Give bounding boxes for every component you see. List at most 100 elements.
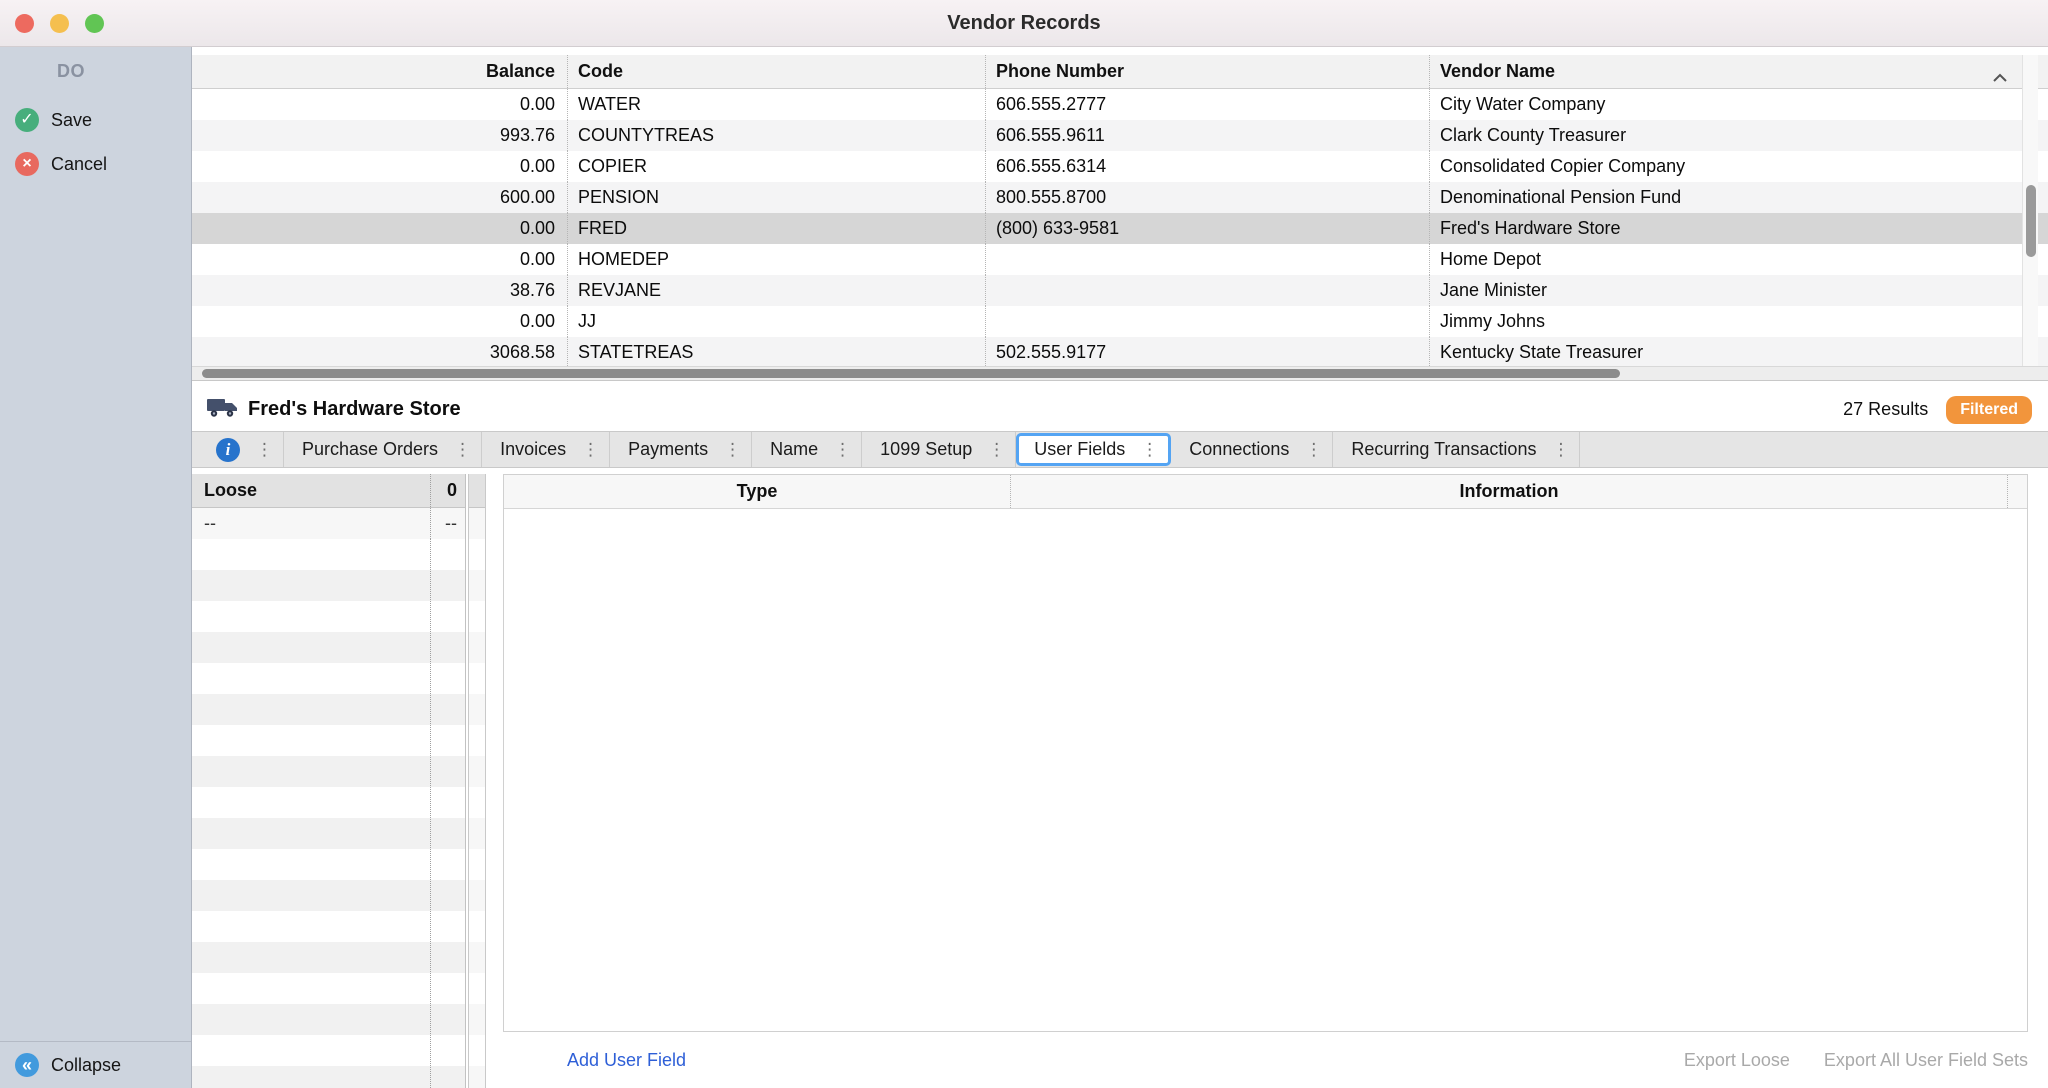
cell-phone: 502.555.9177 bbox=[986, 337, 1430, 368]
loose-panel-count: 0 bbox=[430, 474, 465, 507]
cell-code: STATETREAS bbox=[568, 337, 986, 368]
export-loose-link[interactable]: Export Loose bbox=[1684, 1050, 1790, 1071]
table-row[interactable]: 3068.58 STATETREAS 502.555.9177 Kentucky… bbox=[192, 337, 2048, 368]
user-fields-table: Type Information bbox=[503, 474, 2028, 1032]
table-row[interactable]: 38.76 REVJANE Jane Minister bbox=[192, 275, 2048, 306]
minimize-window-button[interactable] bbox=[50, 14, 69, 33]
cell-code: HOMEDEP bbox=[568, 244, 986, 275]
tab-menu-icon[interactable]: ⋮ bbox=[1289, 440, 1332, 460]
cell-vendor-name: Jane Minister bbox=[1430, 275, 2048, 306]
vertical-scrollbar[interactable] bbox=[2022, 55, 2038, 366]
collapse-chevron-icon: « bbox=[15, 1053, 39, 1077]
tab-menu-icon[interactable]: ⋮ bbox=[1536, 440, 1579, 460]
tab-label: Connections bbox=[1189, 439, 1289, 460]
gutter-header bbox=[469, 474, 485, 508]
tab-label: Name bbox=[770, 439, 818, 460]
tab-payments[interactable]: Payments ⋮ bbox=[610, 432, 752, 467]
table-row[interactable]: 0.00 JJ Jimmy Johns bbox=[192, 306, 2048, 337]
cell-phone bbox=[986, 306, 1430, 337]
add-user-field-link[interactable]: Add User Field bbox=[567, 1050, 686, 1071]
column-header-vendor-name[interactable]: Vendor Name bbox=[1430, 55, 2048, 88]
cell-balance: 0.00 bbox=[192, 213, 568, 244]
cell-code: PENSION bbox=[568, 182, 986, 213]
column-header-type[interactable]: Type bbox=[504, 475, 1011, 508]
collapse-sidebar-button[interactable]: « Collapse bbox=[0, 1041, 191, 1088]
close-window-button[interactable] bbox=[15, 14, 34, 33]
tab-name[interactable]: Name ⋮ bbox=[752, 432, 862, 467]
cell-code: COUNTYTREAS bbox=[568, 120, 986, 151]
cell-phone bbox=[986, 244, 1430, 275]
tab-label: User Fields bbox=[1034, 439, 1125, 460]
cell-vendor-name: Clark County Treasurer bbox=[1430, 120, 2048, 151]
loose-panel-row[interactable]: -- -- bbox=[192, 508, 465, 539]
user-fields-table-header: Type Information bbox=[504, 475, 2027, 509]
zoom-window-button[interactable] bbox=[85, 14, 104, 33]
table-row[interactable]: 600.00 PENSION 800.555.8700 Denomination… bbox=[192, 182, 2048, 213]
vendor-table-body: 0.00 WATER 606.555.2777 City Water Compa… bbox=[192, 89, 2048, 368]
table-row[interactable]: 0.00 COPIER 606.555.6314 Consolidated Co… bbox=[192, 151, 2048, 182]
tab-label: Invoices bbox=[500, 439, 566, 460]
loose-row-value: -- bbox=[430, 508, 465, 539]
column-header-information[interactable]: Information bbox=[1011, 475, 2008, 508]
tab-invoices[interactable]: Invoices ⋮ bbox=[482, 432, 610, 467]
loose-panel-empty-rows bbox=[192, 539, 465, 1088]
cell-vendor-name: Home Depot bbox=[1430, 244, 2048, 275]
tab-menu-icon[interactable]: ⋮ bbox=[1125, 440, 1168, 460]
table-row[interactable]: 0.00 WATER 606.555.2777 City Water Compa… bbox=[192, 89, 2048, 120]
cell-code: REVJANE bbox=[568, 275, 986, 306]
loose-panel-header: Loose 0 bbox=[192, 474, 465, 508]
cell-balance: 38.76 bbox=[192, 275, 568, 306]
tab-recurring-transactions[interactable]: Recurring Transactions ⋮ bbox=[1333, 432, 1580, 467]
table-row[interactable]: 0.00 HOMEDEP Home Depot bbox=[192, 244, 2048, 275]
tab-menu-icon[interactable]: ⋮ bbox=[240, 440, 283, 460]
cell-balance: 0.00 bbox=[192, 306, 568, 337]
cell-phone: (800) 633-9581 bbox=[986, 213, 1430, 244]
cell-vendor-name: Jimmy Johns bbox=[1430, 306, 2048, 337]
sidebar: DO ✓ Save × Cancel « Collapse bbox=[0, 47, 192, 1088]
info-tab[interactable]: i ⋮ bbox=[192, 432, 284, 467]
sort-ascending-icon[interactable] bbox=[1992, 67, 2008, 88]
cell-vendor-name: Consolidated Copier Company bbox=[1430, 151, 2048, 182]
loose-user-fields-panel: Loose 0 -- -- bbox=[192, 474, 466, 1088]
cell-balance: 0.00 bbox=[192, 151, 568, 182]
cell-balance: 993.76 bbox=[192, 120, 568, 151]
table-row-selected[interactable]: 0.00 FRED (800) 633-9581 Fred's Hardware… bbox=[192, 213, 2048, 244]
cell-vendor-name: Fred's Hardware Store bbox=[1430, 213, 2048, 244]
column-header-phone-number[interactable]: Phone Number bbox=[986, 55, 1430, 88]
cancel-button[interactable]: × Cancel bbox=[0, 142, 191, 186]
tab-menu-icon[interactable]: ⋮ bbox=[438, 440, 481, 460]
table-row[interactable]: 993.76 COUNTYTREAS 606.555.9611 Clark Co… bbox=[192, 120, 2048, 151]
collapse-button-label: Collapse bbox=[51, 1055, 121, 1076]
column-header-code[interactable]: Code bbox=[568, 55, 986, 88]
cell-balance: 3068.58 bbox=[192, 337, 568, 368]
horizontal-scrollbar-thumb[interactable] bbox=[202, 369, 1620, 378]
column-header-balance[interactable]: Balance bbox=[192, 55, 568, 88]
tab-menu-icon[interactable]: ⋮ bbox=[972, 440, 1015, 460]
tab-connections[interactable]: Connections ⋮ bbox=[1171, 432, 1333, 467]
cell-phone: 606.555.9611 bbox=[986, 120, 1430, 151]
save-button[interactable]: ✓ Save bbox=[0, 98, 191, 142]
main-content: Balance Code Phone Number Vendor Name 0.… bbox=[192, 47, 2048, 1088]
filtered-badge[interactable]: Filtered bbox=[1946, 396, 2032, 424]
vertical-scrollbar-thumb[interactable] bbox=[2026, 185, 2036, 257]
tab-menu-icon[interactable]: ⋮ bbox=[818, 440, 861, 460]
tab-1099-setup[interactable]: 1099 Setup ⋮ bbox=[862, 432, 1016, 467]
tab-user-fields-selected[interactable]: User Fields ⋮ bbox=[1016, 433, 1171, 466]
title-bar: Vendor Records bbox=[0, 0, 2048, 47]
column-header-gutter bbox=[2008, 475, 2027, 508]
tab-purchase-orders[interactable]: Purchase Orders ⋮ bbox=[284, 432, 482, 467]
cell-phone: 800.555.8700 bbox=[986, 182, 1430, 213]
cell-balance: 600.00 bbox=[192, 182, 568, 213]
detail-header: Fred's Hardware Store 27 Results Filtere… bbox=[192, 388, 2048, 431]
tab-menu-icon[interactable]: ⋮ bbox=[708, 440, 751, 460]
cell-phone: 606.555.2777 bbox=[986, 89, 1430, 120]
tab-menu-icon[interactable]: ⋮ bbox=[566, 440, 609, 460]
export-all-user-field-sets-link[interactable]: Export All User Field Sets bbox=[1824, 1050, 2028, 1071]
tab-label: Purchase Orders bbox=[302, 439, 438, 460]
cell-vendor-name: City Water Company bbox=[1430, 89, 2048, 120]
loose-panel-scroll-gutter[interactable] bbox=[468, 474, 486, 1088]
horizontal-scrollbar[interactable] bbox=[192, 366, 2048, 381]
results-count: 27 Results bbox=[1843, 399, 1928, 420]
loose-panel-title: Loose bbox=[192, 474, 430, 507]
truck-icon bbox=[206, 396, 238, 423]
